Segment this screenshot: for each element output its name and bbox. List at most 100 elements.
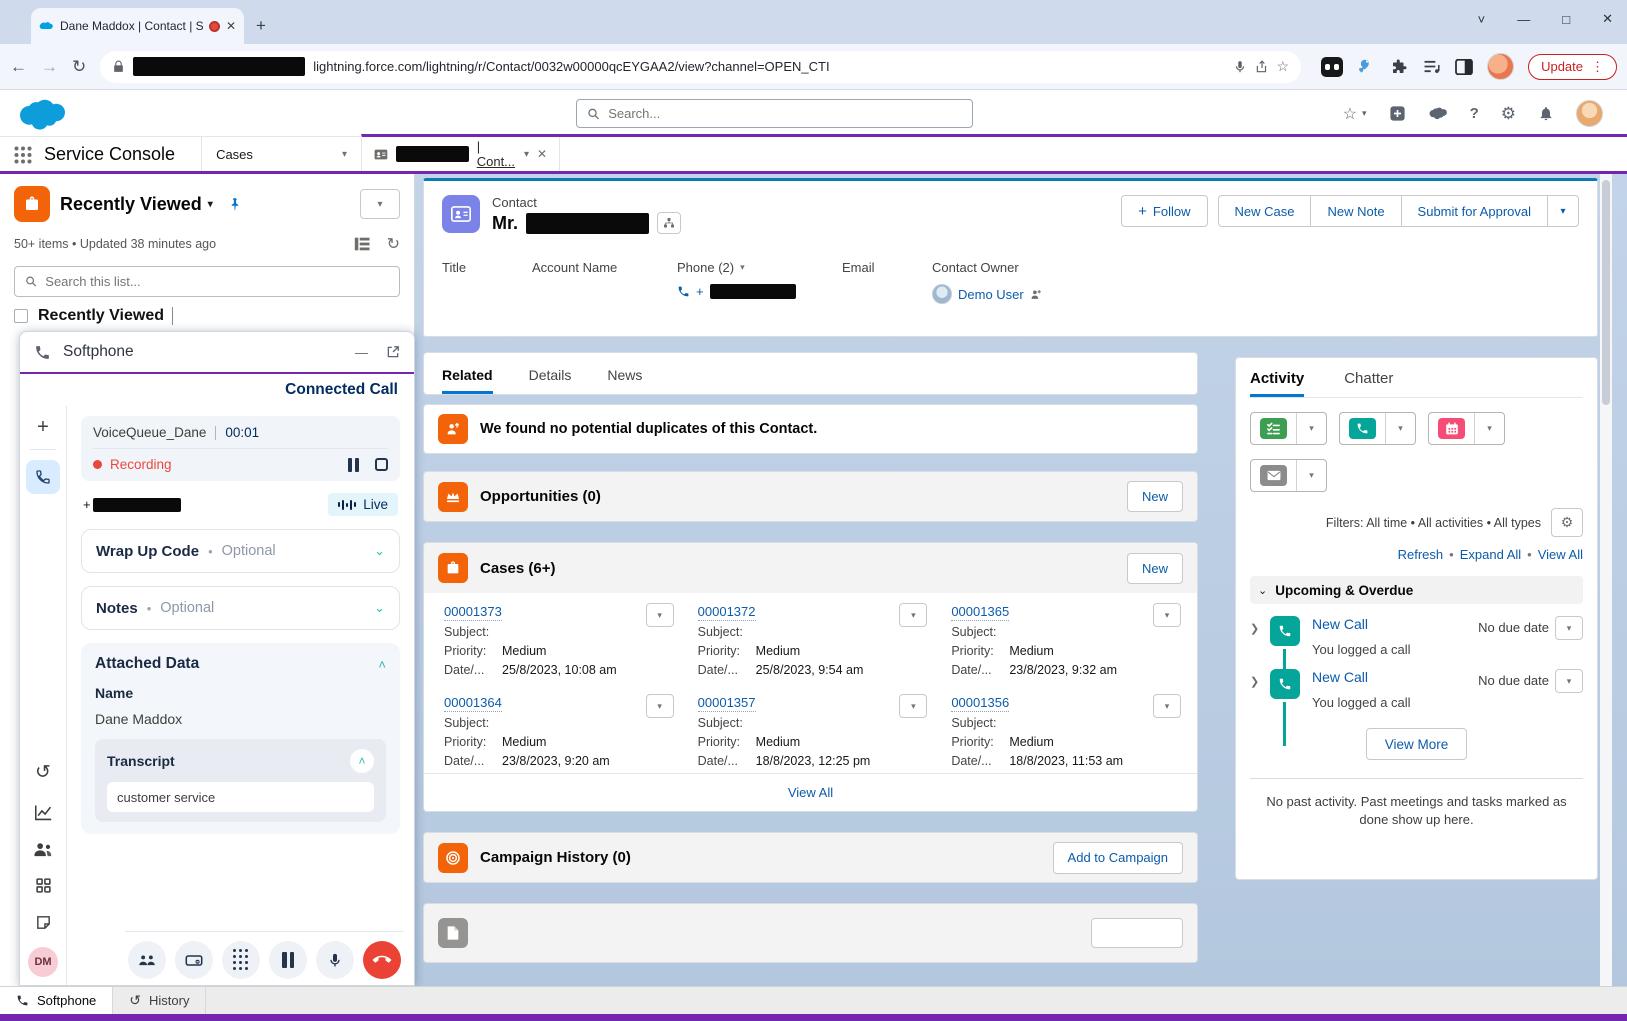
tab-close-icon[interactable]: ✕ [537, 147, 547, 161]
list-partial-row[interactable]: Recently Viewed [14, 307, 400, 325]
timeline-item-menu-button[interactable]: ▾ [1555, 669, 1583, 693]
notes-section[interactable]: Notes • Optional ⌄ [81, 586, 400, 630]
add-to-campaign-button[interactable]: Add to Campaign [1053, 842, 1183, 874]
timeline-item-link[interactable]: New Call [1312, 669, 1368, 685]
utility-tab-history[interactable]: ↺ History [113, 987, 206, 1014]
case-row-menu-button[interactable]: ▾ [646, 603, 674, 627]
tab-chatter[interactable]: Chatter [1344, 370, 1393, 397]
submit-approval-button[interactable]: Submit for Approval [1401, 195, 1547, 227]
tab-search-icon[interactable]: ˅ [1478, 12, 1486, 27]
email-dropdown-icon[interactable]: ▾ [1297, 460, 1326, 491]
case-link[interactable]: 00001372 [698, 603, 756, 621]
hierarchy-button[interactable] [657, 212, 681, 234]
nav-cases-chevron-icon[interactable]: ▾ [342, 149, 347, 160]
voicemail-button[interactable] [175, 941, 213, 979]
tab-activity[interactable]: Activity [1250, 370, 1304, 397]
active-call-tab-icon[interactable] [26, 460, 60, 494]
stop-recording-icon[interactable] [375, 458, 388, 471]
timeline-item-menu-button[interactable]: ▾ [1555, 616, 1583, 640]
new-note-button[interactable]: New Note [1310, 195, 1400, 227]
case-link[interactable]: 00001373 [444, 603, 502, 621]
view-more-button[interactable]: View More [1366, 728, 1468, 760]
view-all-link[interactable]: View All [1538, 547, 1583, 562]
new-tab-button[interactable]: + [256, 16, 266, 36]
address-bar[interactable]: lightning.force.com/lightning/r/Contact/… [100, 51, 1301, 83]
end-call-button[interactable] [363, 941, 401, 979]
global-search-input[interactable] [608, 106, 962, 121]
clipped-card-button[interactable] [1091, 918, 1183, 948]
kebab-icon[interactable]: ⋮ [1591, 59, 1604, 75]
cases-view-all-link[interactable]: View All [788, 785, 833, 800]
row-checkbox[interactable] [14, 309, 28, 323]
key-extension-icon[interactable] [1357, 57, 1376, 76]
nav-item-cases[interactable]: Cases ▾ [201, 137, 361, 171]
minimize-icon[interactable]: — [355, 345, 368, 360]
playlist-extension-icon[interactable] [1422, 58, 1441, 75]
popout-icon[interactable] [386, 345, 400, 359]
refresh-list-icon[interactable]: ↻ [387, 234, 400, 254]
profile-avatar[interactable] [1487, 53, 1514, 80]
case-row-menu-button[interactable]: ▾ [899, 603, 927, 627]
opportunities-title[interactable]: Opportunities (0) [480, 488, 601, 505]
pause-recording-icon[interactable] [348, 458, 359, 472]
list-search-input[interactable] [45, 274, 389, 289]
wrapup-chevron-icon[interactable]: ⌄ [374, 543, 385, 559]
email-button[interactable] [1251, 460, 1297, 491]
expand-chevron-icon[interactable]: ❯ [1250, 675, 1270, 688]
workspace-tab-contact[interactable]: | Cont... ▾ ✕ [362, 137, 560, 171]
activity-settings-button[interactable]: ⚙ [1551, 508, 1583, 537]
case-link[interactable]: 00001356 [951, 694, 1009, 712]
new-case-button[interactable]: New Case [1218, 195, 1311, 227]
notes-chevron-icon[interactable]: ⌄ [374, 600, 385, 616]
log-call-dropdown-icon[interactable]: ▾ [1386, 413, 1415, 444]
forward-icon[interactable]: → [41, 57, 58, 77]
hold-button[interactable] [269, 941, 307, 979]
phone-dropdown-icon[interactable]: ▾ [740, 262, 745, 273]
utility-tab-softphone[interactable]: Softphone [0, 987, 113, 1014]
side-panel-icon[interactable] [1455, 59, 1473, 75]
setup-gear-icon[interactable]: ⚙ [1501, 104, 1516, 124]
back-icon[interactable]: ← [10, 57, 27, 77]
share-icon[interactable] [1255, 60, 1269, 74]
app-launcher-icon[interactable] [14, 146, 32, 164]
tab-related[interactable]: Related [442, 367, 493, 394]
expand-chevron-icon[interactable]: ❯ [1250, 622, 1270, 635]
org-cloud-icon[interactable] [1428, 106, 1448, 121]
new-task-button[interactable] [1251, 413, 1297, 444]
display-as-icon[interactable] [354, 237, 371, 251]
new-event-button[interactable] [1429, 413, 1475, 444]
list-title-chevron-icon[interactable]: ▾ [208, 199, 213, 210]
agent-avatar[interactable]: DM [28, 947, 58, 977]
tab-chevron-icon[interactable]: ▾ [524, 149, 529, 160]
browser-tab[interactable]: Dane Maddox | Contact | Sal ✕ [31, 8, 244, 44]
favorites-star-icon[interactable]: ☆▾ [1343, 104, 1367, 124]
upcoming-overdue-header[interactable]: ⌄ Upcoming & Overdue [1250, 576, 1583, 604]
notes-icon[interactable] [35, 914, 52, 931]
list-view-title[interactable]: Recently Viewed ▾ [60, 194, 213, 215]
tab-close-icon[interactable]: ✕ [226, 19, 236, 33]
phone-value[interactable]: + [677, 284, 796, 299]
bookmark-star-icon[interactable]: ☆ [1277, 58, 1290, 75]
global-search[interactable] [576, 99, 973, 128]
cases-new-button[interactable]: New [1127, 553, 1183, 584]
log-call-button[interactable] [1340, 413, 1386, 444]
event-dropdown-icon[interactable]: ▾ [1475, 413, 1504, 444]
quick-add-icon[interactable] [1389, 105, 1406, 122]
list-search-box[interactable] [14, 266, 400, 297]
case-link[interactable]: 00001365 [951, 603, 1009, 621]
user-avatar[interactable] [1576, 100, 1603, 127]
dialpad-button[interactable] [222, 941, 260, 979]
new-call-plus-icon[interactable]: + [37, 416, 49, 439]
case-row-menu-button[interactable]: ▾ [1153, 603, 1181, 627]
notifications-bell-icon[interactable] [1538, 105, 1554, 122]
pin-icon[interactable] [227, 197, 242, 212]
transcript-collapse-icon[interactable]: ˄ [350, 749, 374, 773]
robot-extension-icon[interactable] [1321, 57, 1343, 77]
refresh-link[interactable]: Refresh [1398, 547, 1444, 562]
change-owner-icon[interactable] [1030, 288, 1043, 301]
live-transcription-chip[interactable]: Live [328, 493, 398, 516]
contacts-icon[interactable] [33, 841, 53, 857]
wrap-up-code-section[interactable]: Wrap Up Code • Optional ⌄ [81, 529, 400, 573]
mute-button[interactable] [316, 941, 354, 979]
apps-grid-icon[interactable] [35, 877, 52, 894]
